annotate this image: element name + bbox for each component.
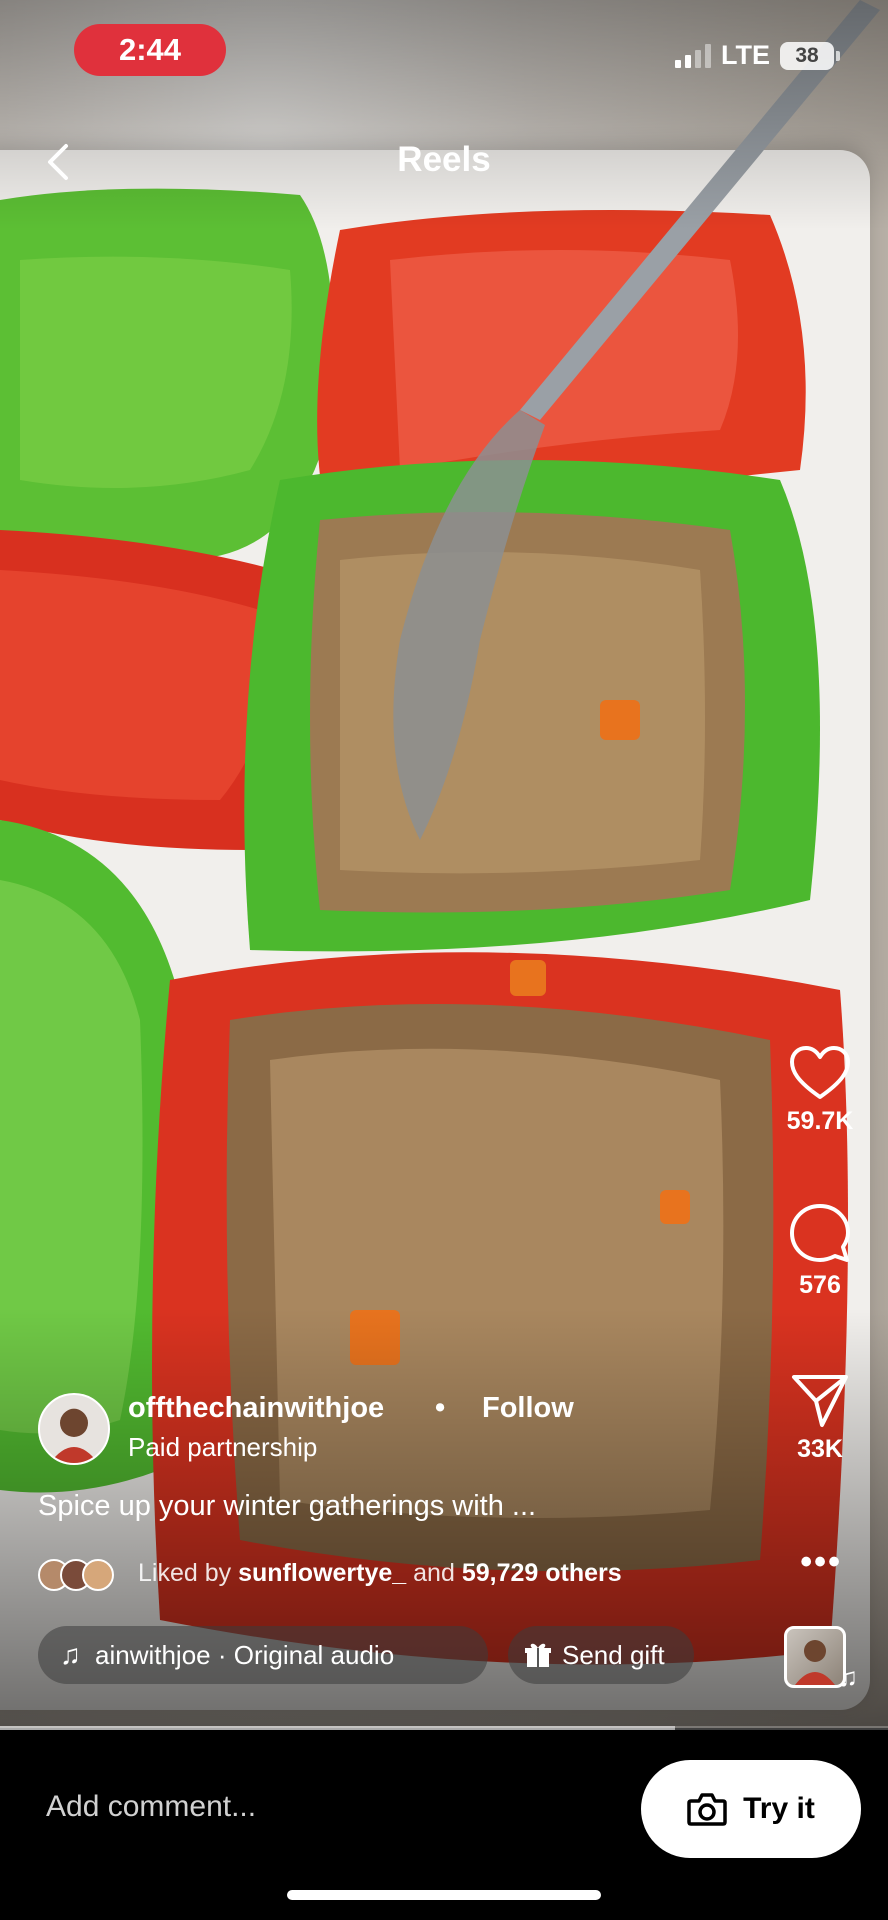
liked-by-avatars [38, 1559, 128, 1591]
liked-user[interactable]: sunflowertye_ [238, 1559, 406, 1587]
music-note-small-icon: ♫ [838, 1662, 859, 1692]
heart-icon [790, 1046, 850, 1099]
reel-video[interactable] [0, 0, 888, 1728]
audio-pill[interactable]: ♫ ainwithjoe · Original audio [38, 1626, 488, 1684]
share-count: 33K [797, 1435, 843, 1463]
network-type: LTE [721, 40, 770, 70]
separator-dot: • [435, 1392, 446, 1424]
audio-label: ainwithjoe · Original audio [95, 1639, 395, 1670]
send-gift-button[interactable]: Send gift [508, 1626, 694, 1684]
gift-icon [525, 1643, 551, 1667]
creator-audio-avatar [795, 1640, 835, 1685]
home-indicator[interactable] [287, 1890, 601, 1900]
post-caption[interactable]: Spice up your winter gatherings with ... [38, 1490, 536, 1523]
liked-prefix: Liked by [138, 1559, 232, 1587]
follow-button[interactable]: Follow [482, 1392, 574, 1425]
paid-partnership-label[interactable]: Paid partnership [128, 1432, 317, 1463]
music-note-icon: ♫ [60, 1639, 81, 1670]
page-title: Reels [397, 140, 491, 179]
audio-thumbnail[interactable] [784, 1626, 846, 1688]
like-count: 59.7K [786, 1107, 854, 1135]
comment-icon [790, 1204, 850, 1262]
liked-mid: and [413, 1559, 455, 1587]
like-button[interactable]: 59.7K [780, 1045, 860, 1136]
reels-screen: 2:44 LTE 38 Reels 59.7K 576 33K ••• ♫ of… [0, 0, 888, 1920]
creator-avatar[interactable] [38, 1393, 110, 1465]
add-comment-input[interactable]: Add comment... [46, 1790, 256, 1824]
status-time[interactable]: 2:44 [74, 24, 226, 76]
battery-icon: 38 [780, 41, 840, 70]
comment-count: 576 [799, 1271, 841, 1299]
try-it-label: Try it [743, 1792, 815, 1825]
liked-by-text[interactable]: Liked by sunflowertye_ and 59,729 others [138, 1559, 622, 1588]
try-it-button[interactable]: Try it [641, 1760, 861, 1858]
send-icon [792, 1375, 848, 1427]
share-button[interactable]: 33K [780, 1373, 860, 1464]
more-options-icon[interactable]: ••• [800, 1543, 842, 1582]
liked-others[interactable]: 59,729 others [462, 1559, 622, 1587]
status-indicators: LTE 38 [675, 40, 840, 71]
avatar-image [50, 1409, 98, 1463]
comment-button[interactable]: 576 [780, 1203, 860, 1300]
creator-username[interactable]: offthechainwithjoe [128, 1392, 384, 1425]
liker-avatar [82, 1559, 114, 1591]
signal-icon [675, 43, 711, 68]
send-gift-label: Send gift [562, 1639, 665, 1670]
camera-icon [687, 1793, 727, 1826]
